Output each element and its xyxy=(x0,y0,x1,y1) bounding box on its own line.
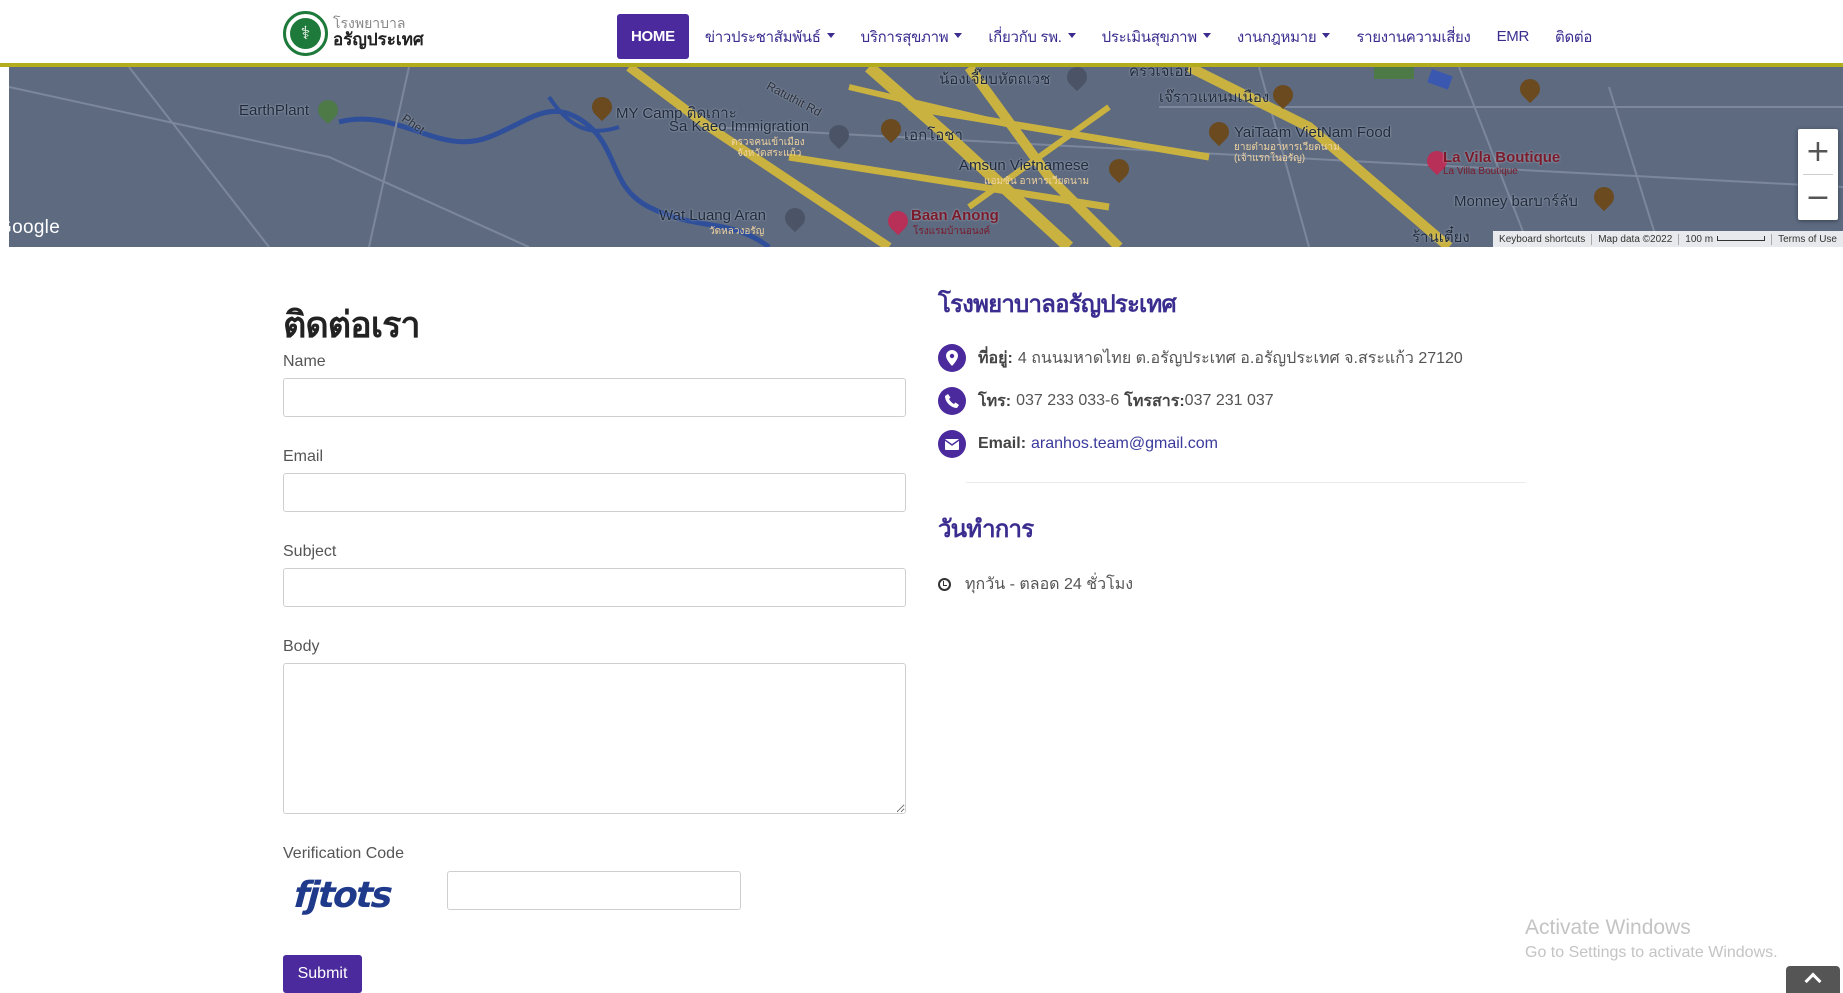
info-divider xyxy=(966,482,1526,483)
business-hours-heading: วันทำการ xyxy=(938,515,1034,543)
map-label-monney: Monney barบาร์ลับ xyxy=(1454,193,1578,210)
contact-title: ติดต่อเรา xyxy=(283,305,421,346)
body-textarea[interactable] xyxy=(283,663,906,814)
site-header: ⚕ โรงพยาบาล อรัญประเทศ HOME ข่าวประชาสัม… xyxy=(0,0,1843,67)
caret-down-icon xyxy=(954,33,963,38)
main-nav: HOME ข่าวประชาสัมพันธ์ บริการสุขภาพ เกี่… xyxy=(617,14,1605,59)
map-label-nong-jeab: น้องเจี๊ยบหัตถเวช xyxy=(939,71,1051,88)
map-label-yaitaam-sub2: (เจ้าแรกในอรัญ) xyxy=(1234,153,1306,164)
envelope-icon xyxy=(938,430,966,458)
clock-icon xyxy=(938,578,951,591)
nav-news[interactable]: ข่าวประชาสัมพันธ์ xyxy=(692,14,848,59)
nav-home[interactable]: HOME xyxy=(617,14,689,59)
address-value: 4 ถนนมหาดไทย ต.อรัญประเทศ อ.อรัญประเทศ จ… xyxy=(1017,349,1463,367)
map-label-sa-kaeo-sub2: จังหวัดสระแก้ว xyxy=(737,148,802,159)
zoom-in-button[interactable]: + xyxy=(1798,129,1838,174)
google-logo[interactable]: Google xyxy=(9,217,60,239)
map-label-ekosa: เอกโอชา xyxy=(904,127,963,144)
subject-label: Subject xyxy=(283,543,337,560)
google-map[interactable]: EarthPlant Phet MY Camp ติดเกาะ Ratuthit… xyxy=(9,67,1843,247)
email-input[interactable] xyxy=(283,473,906,512)
verification-code-input[interactable] xyxy=(447,871,741,910)
nav-contact[interactable]: ติดต่อ xyxy=(1542,14,1605,59)
submit-button[interactable]: Submit xyxy=(283,955,362,993)
map-label-la-vila: La Vila Boutique xyxy=(1443,149,1561,166)
map-label-ran-tieng: ร้านเตี๋ยง xyxy=(1412,229,1470,246)
body-label: Body xyxy=(283,638,320,655)
map-scale-label: 100 m xyxy=(1685,233,1714,245)
map-data-label: Map data ©2022 xyxy=(1591,233,1678,245)
verification-label: Verification Code xyxy=(283,845,404,862)
nav-emr[interactable]: EMR xyxy=(1484,14,1542,59)
keyboard-shortcuts-link[interactable]: Keyboard shortcuts xyxy=(1493,234,1591,245)
scale-bar xyxy=(1717,236,1766,242)
address-label: ที่อยู่: xyxy=(978,349,1013,367)
nav-news-label: ข่าวประชาสัมพันธ์ xyxy=(704,28,821,46)
phone-value: 037 233 033-6 xyxy=(1016,392,1120,409)
caret-down-icon xyxy=(1322,33,1331,38)
site-logo[interactable]: ⚕ โรงพยาบาล อรัญประเทศ xyxy=(283,11,424,56)
watermark-line2: Go to Settings to activate Windows. xyxy=(1525,944,1778,961)
map-label-krua-jeab: ครัวเจ้เอย xyxy=(1129,67,1193,80)
nav-risk-report[interactable]: รายงานความเสี่ยง xyxy=(1343,14,1483,59)
business-hours-value: ทุกวัน - ตลอด 24 ชั่วโมง xyxy=(965,576,1134,593)
map-marker-icon xyxy=(938,344,966,372)
map-label-earthplant: EarthPlant xyxy=(239,102,310,119)
ministry-emblem-icon: ⚕ xyxy=(283,11,328,56)
map-label-amsun: Amsun Vietnamese xyxy=(959,157,1089,174)
captcha-image: fjtots xyxy=(292,875,393,916)
map-label-amsun-sub: แอมซัน อาหารเวียดนาม xyxy=(984,176,1090,187)
logo-line2: อรัญประเทศ xyxy=(333,29,424,50)
back-to-top-button[interactable] xyxy=(1786,966,1840,993)
map-attribution: Keyboard shortcuts Map data ©2022 100 m … xyxy=(1493,231,1843,247)
map-label-wat-luang: Wat Luang Aran xyxy=(659,207,767,224)
watermark-line1: Activate Windows xyxy=(1525,916,1691,939)
caret-down-icon xyxy=(826,33,835,38)
nav-health-services[interactable]: บริการสุขภาพ xyxy=(848,14,976,59)
chevron-up-icon xyxy=(1804,972,1822,990)
map-label-sa-kaeo-immigration: Sa Kaeo Immigration xyxy=(669,118,810,135)
phone-row: โทร: 037 233 033-6 โทรสาร: 037 231 037 xyxy=(938,387,1274,415)
map-label-yaitaam: YaiTaam VietNam Food xyxy=(1234,124,1392,141)
nav-legal[interactable]: งานกฎหมาย xyxy=(1224,14,1343,59)
nav-health-services-label: บริการสุขภาพ xyxy=(860,28,949,46)
caret-down-icon xyxy=(1202,33,1211,38)
fax-value: 037 231 037 xyxy=(1184,392,1274,409)
zoom-out-button[interactable]: − xyxy=(1798,175,1838,220)
phone-label: โทร: xyxy=(978,392,1012,410)
fax-label: โทรสาร: xyxy=(1124,392,1185,410)
caret-down-icon xyxy=(1067,33,1076,38)
nav-about[interactable]: เกี่ยวกับ รพ. xyxy=(975,14,1088,59)
nav-health-assessment[interactable]: ประเมินสุขภาพ xyxy=(1089,14,1224,59)
email-label: Email: xyxy=(978,435,1027,452)
subject-input[interactable] xyxy=(283,568,906,607)
phone-icon xyxy=(938,387,966,415)
email-row: Email: aranhos.team@gmail.com xyxy=(938,430,1218,458)
logo-text: โรงพยาบาล อรัญประเทศ xyxy=(333,17,424,50)
nav-about-label: เกี่ยวกับ รพ. xyxy=(988,28,1062,46)
email-link[interactable]: aranhos.team@gmail.com xyxy=(1031,435,1218,453)
map-label-la-vila-sub: La Villa Boutique xyxy=(1443,166,1518,177)
terms-link[interactable]: Terms of Use xyxy=(1771,233,1843,245)
map-label-jerawaeng: เจ๊ราวแหนมเนือง xyxy=(1159,89,1270,106)
map-scale[interactable]: 100 m xyxy=(1678,233,1771,245)
address-row: ที่อยู่: 4 ถนนมหาดไทย ต.อรัญประเทศ อ.อรั… xyxy=(938,344,1463,372)
nav-legal-label: งานกฎหมาย xyxy=(1236,28,1317,46)
name-label: Name xyxy=(283,353,326,370)
business-hours-row: ทุกวัน - ตลอด 24 ชั่วโมง xyxy=(938,572,1133,597)
nav-health-assessment-label: ประเมินสุขภาพ xyxy=(1101,28,1198,46)
map-label-baan-anong: Baan Anong xyxy=(911,207,999,224)
email-label: Email xyxy=(283,448,324,465)
name-input[interactable] xyxy=(283,378,906,417)
hospital-name-heading: โรงพยาบาลอรัญประเทศ xyxy=(938,290,1177,318)
map-label-wat-luang-sub: วัดหลวงอรัญ xyxy=(709,226,765,237)
map-zoom-control: + − xyxy=(1798,129,1838,220)
map-label-baan-anong-sub: โรงแรมบ้านอนงค์ xyxy=(913,226,991,237)
activate-windows-watermark: Activate Windows Go to Settings to activ… xyxy=(1525,916,1778,962)
